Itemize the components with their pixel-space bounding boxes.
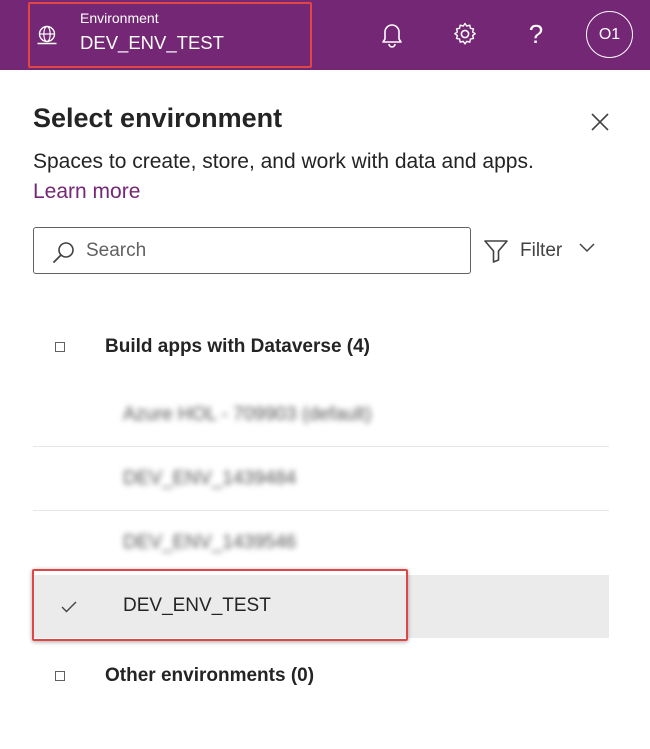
search-icon [53, 242, 74, 263]
divider [33, 446, 609, 447]
group-label: Other environments (0) [105, 665, 315, 686]
help-icon: ? [528, 19, 544, 49]
environment-row[interactable]: DEV_ENV_1439546 [33, 512, 609, 575]
collapse-icon [55, 671, 65, 681]
bell-icon [382, 24, 402, 48]
collapse-icon [55, 342, 65, 352]
filter-button[interactable]: Filter [483, 236, 603, 266]
search-input[interactable] [86, 238, 456, 264]
environment-name: DEV_ENV_TEST [123, 595, 271, 616]
environment-row-selected[interactable]: DEV_ENV_TEST [33, 575, 609, 638]
environment-name: DEV_ENV_1439546 [123, 532, 297, 553]
current-environment-name: DEV_ENV_TEST [80, 32, 224, 53]
environment-row[interactable]: DEV_ENV_1439484 [33, 448, 609, 511]
environment-name: Azure HOL - 709903 (default) [123, 404, 372, 425]
search-box[interactable] [33, 227, 471, 274]
environment-name: DEV_ENV_1439484 [123, 468, 297, 489]
gear-icon [454, 22, 476, 45]
notifications-button[interactable] [377, 17, 407, 51]
filter-label: Filter [520, 240, 563, 261]
environment-picker-button[interactable]: Environment DEV_ENV_TEST [28, 2, 312, 68]
help-button[interactable]: ? [521, 17, 551, 51]
learn-more-link[interactable]: Learn more [33, 180, 140, 204]
environment-row[interactable]: Azure HOL - 709903 (default) [33, 384, 609, 447]
top-bar: Environment DEV_ENV_TEST ? O1 [0, 0, 650, 70]
panel-description: Spaces to create, store, and work with d… [33, 150, 534, 173]
user-avatar[interactable]: O1 [586, 11, 633, 58]
checkmark-icon [61, 601, 77, 613]
settings-button[interactable] [450, 17, 480, 51]
close-icon[interactable] [586, 108, 614, 136]
group-label: Build apps with Dataverse (4) [105, 336, 371, 357]
divider [33, 510, 609, 511]
group-header-other[interactable]: Other environments (0) [33, 657, 609, 697]
group-header-dataverse[interactable]: Build apps with Dataverse (4) [33, 328, 609, 368]
chevron-down-icon [579, 243, 595, 253]
filter-icon [484, 240, 508, 263]
globe-icon [37, 25, 57, 45]
environment-label: Environment [80, 10, 159, 26]
panel-title: Select environment [33, 103, 283, 133]
